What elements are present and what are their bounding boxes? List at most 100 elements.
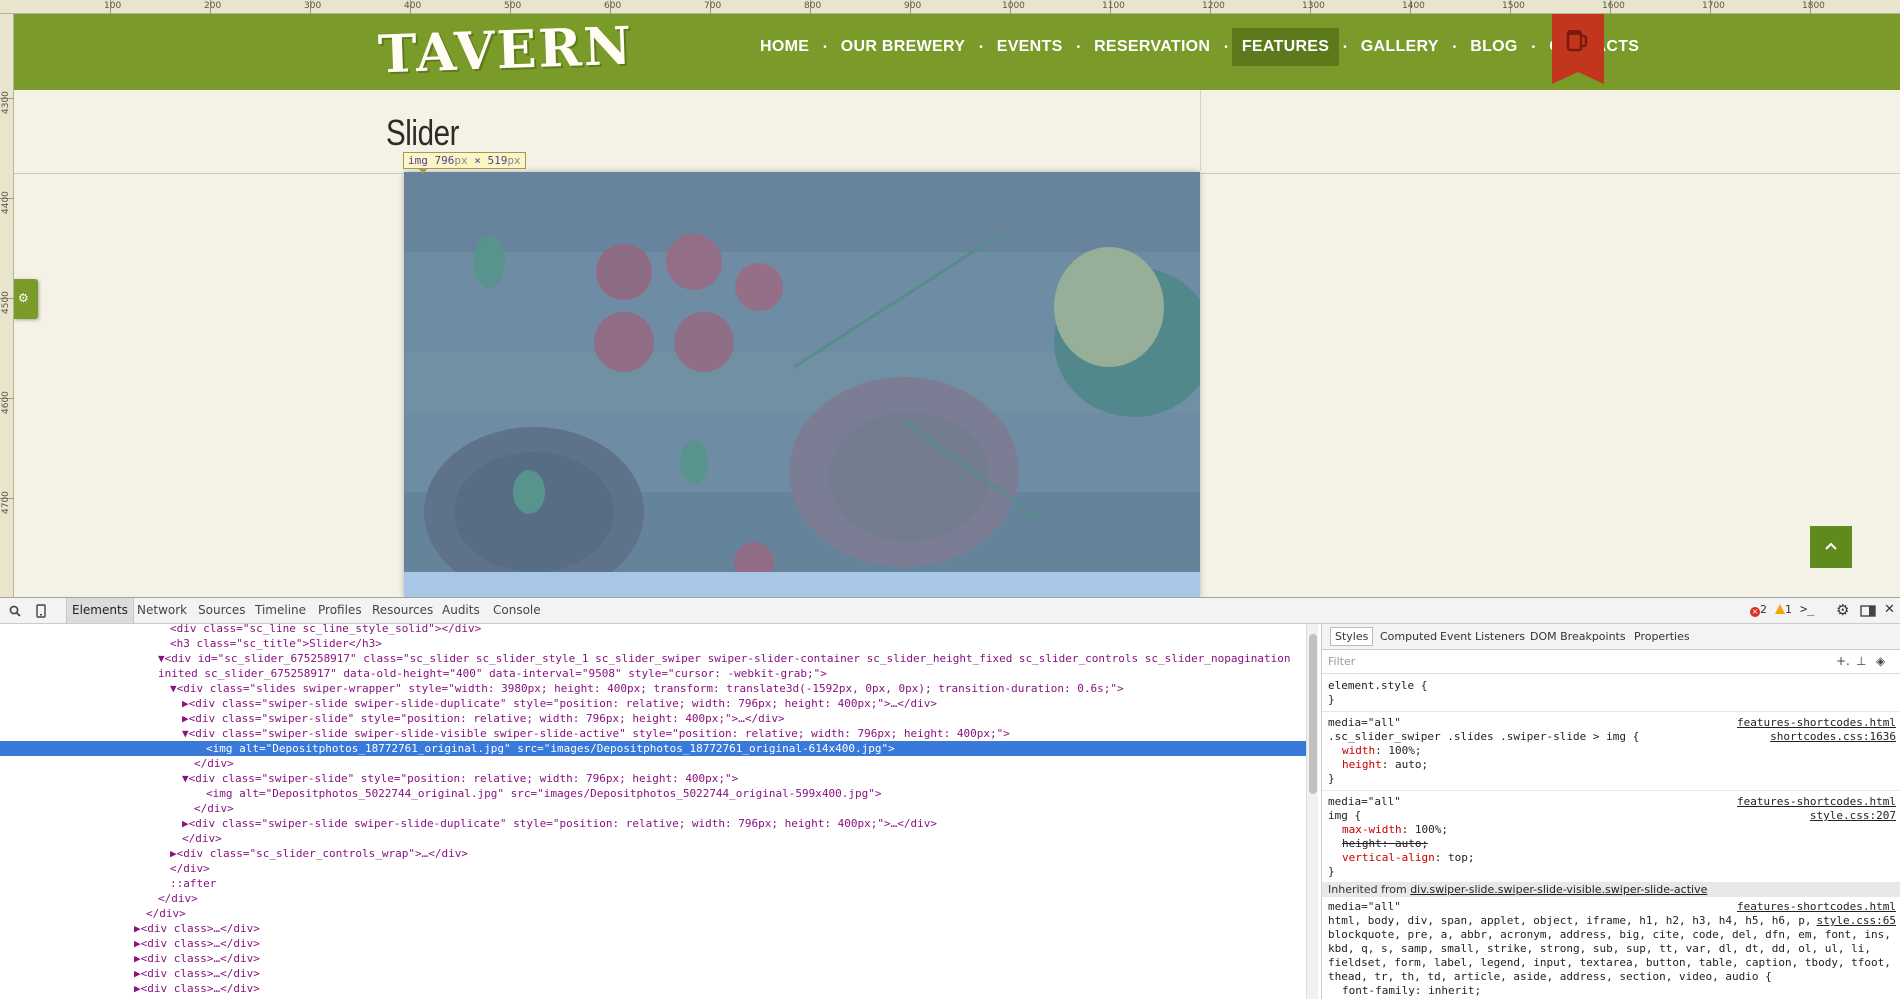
dom-node[interactable]: </div> bbox=[0, 831, 1306, 846]
rule-property[interactable]: font-family: inherit; bbox=[1342, 984, 1481, 997]
dom-node[interactable]: ▼<div class="swiper-slide swiper-slide-v… bbox=[0, 726, 1306, 741]
error-counter[interactable]: × 2 bbox=[1750, 603, 1767, 617]
dom-node-text: ▼<div class="slides swiper-wrapper" styl… bbox=[170, 682, 1124, 695]
dom-node[interactable]: ▶<div class="swiper-slide swiper-slide-d… bbox=[0, 816, 1306, 831]
dom-node[interactable]: </div> bbox=[0, 756, 1306, 771]
tab-computed[interactable]: Computed bbox=[1380, 630, 1437, 643]
warning-counter[interactable]: 1 bbox=[1775, 603, 1792, 616]
tab-audits[interactable]: Audits bbox=[437, 598, 485, 623]
menu-item-gallery[interactable]: GALLERY bbox=[1351, 28, 1449, 66]
device-mode-icon[interactable] bbox=[36, 604, 46, 618]
rule-selector[interactable]: blockquote, pre, a, abbr, acronym, addre… bbox=[1328, 928, 1891, 941]
dom-node[interactable]: ▶<div class>…</div> bbox=[0, 966, 1306, 981]
dom-node[interactable]: ▶<div class>…</div> bbox=[0, 951, 1306, 966]
dom-node[interactable]: </div> bbox=[0, 906, 1306, 921]
dom-node[interactable]: </div> bbox=[0, 861, 1306, 876]
image-slider[interactable] bbox=[404, 172, 1200, 597]
dom-tree-scrollbar[interactable] bbox=[1306, 624, 1318, 999]
rule-selector[interactable]: thead, tr, th, td, article, aside, addre… bbox=[1328, 970, 1772, 983]
dom-node[interactable]: ▶<div class="swiper-slide swiper-slide-d… bbox=[0, 696, 1306, 711]
dom-node[interactable]: ▼<div id="sc_slider_675258917" class="sc… bbox=[0, 651, 1306, 666]
rule-selector[interactable]: fieldset, form, label, legend, input, te… bbox=[1328, 956, 1891, 969]
color-format-icon[interactable]: ◈ bbox=[1876, 654, 1885, 668]
inherited-element-link[interactable]: div.swiper-slide.swiper-slide-visible.sw… bbox=[1410, 883, 1707, 896]
menu-item-events[interactable]: EVENTS bbox=[987, 28, 1073, 66]
dom-node[interactable]: ▼<div class="slides swiper-wrapper" styl… bbox=[0, 681, 1306, 696]
tab-styles[interactable]: Styles bbox=[1330, 627, 1374, 646]
tab-timeline[interactable]: Timeline bbox=[250, 598, 311, 623]
rule-selector[interactable]: html, body, div, span, applet, object, i… bbox=[1328, 914, 1811, 927]
menu-item-home[interactable]: HOME bbox=[750, 28, 819, 66]
property-name: max-width bbox=[1342, 823, 1402, 836]
tab-properties[interactable]: Properties bbox=[1634, 630, 1690, 643]
ruler-label: 600 bbox=[604, 1, 622, 11]
tab-network[interactable]: Network bbox=[132, 598, 192, 623]
dock-side-icon[interactable] bbox=[1860, 605, 1876, 617]
menu-item-blog[interactable]: BLOG bbox=[1460, 28, 1527, 66]
dom-node[interactable]: <img alt="Depositphotos_5022744_original… bbox=[0, 786, 1306, 801]
scrollbar-thumb[interactable] bbox=[1309, 634, 1317, 794]
gear-icon[interactable]: ⚙ bbox=[1836, 601, 1849, 619]
dom-node-text: ▶<div class>…</div> bbox=[134, 922, 260, 935]
rule-source-link[interactable]: style.css:65 bbox=[1817, 914, 1896, 927]
tab-profiles[interactable]: Profiles bbox=[313, 598, 367, 623]
menu-item-our-brewery[interactable]: OUR BREWERY bbox=[831, 28, 976, 66]
warning-count: 1 bbox=[1785, 603, 1792, 616]
dom-node[interactable]: ::after bbox=[0, 876, 1306, 891]
rule-property[interactable]: vertical-align: top; bbox=[1342, 851, 1474, 864]
dom-node[interactable]: ▶<div class="swiper-slide" style="positi… bbox=[0, 711, 1306, 726]
dom-node[interactable]: ▶<div class>…</div> bbox=[0, 981, 1306, 996]
scroll-to-top-button[interactable] bbox=[1810, 526, 1852, 568]
dom-node[interactable]: </div> bbox=[0, 891, 1306, 906]
dom-node-text: ▼<div id="sc_slider_675258917" class="sc… bbox=[158, 652, 1291, 665]
dom-node[interactable]: </div> bbox=[0, 801, 1306, 816]
rule-selector[interactable]: img { bbox=[1328, 809, 1361, 822]
dom-node-selected[interactable]: <img alt="Depositphotos_18772761_origina… bbox=[0, 741, 1306, 756]
rule-selector[interactable]: kbd, q, s, samp, small, strike, strong, … bbox=[1328, 942, 1871, 955]
tooltip-unit: px bbox=[454, 154, 468, 167]
menu-separator: • bbox=[823, 41, 827, 53]
tab-sources[interactable]: Sources bbox=[193, 598, 250, 623]
inspect-dimension-tooltip: img 796px × 519px bbox=[403, 152, 526, 174]
rule-source-link[interactable]: style.css:207 bbox=[1810, 809, 1896, 822]
tab-elements[interactable]: Elements bbox=[66, 598, 134, 623]
rule-source-link[interactable]: features-shortcodes.html bbox=[1737, 795, 1896, 808]
dom-node[interactable]: <div class="sc_line sc_line_style_solid"… bbox=[0, 624, 1306, 636]
ribbon-button[interactable] bbox=[1552, 14, 1604, 84]
property-name: width bbox=[1342, 744, 1376, 757]
rule-selector[interactable]: .sc_slider_swiper .slides .swiper-slide … bbox=[1328, 730, 1639, 743]
rule-source-link[interactable]: shortcodes.css:1636 bbox=[1770, 730, 1896, 743]
styles-filter[interactable]: Filter +. ⊥ ◈ bbox=[1322, 650, 1900, 674]
close-icon[interactable]: ✕ bbox=[1884, 602, 1895, 617]
rule-element-style[interactable]: element.style { bbox=[1328, 679, 1427, 692]
tab-event-listeners[interactable]: Event Listeners bbox=[1440, 630, 1525, 643]
rule-property[interactable]: max-width: 100%; bbox=[1342, 823, 1448, 836]
dom-node[interactable]: ▶<div class>…</div> bbox=[0, 936, 1306, 951]
dom-node[interactable]: <h3 class="sc_title">Slider</h3> bbox=[0, 636, 1306, 651]
menu-item-reservation[interactable]: RESERVATION bbox=[1084, 28, 1220, 66]
rule-property[interactable]: height: auto; bbox=[1342, 758, 1428, 771]
menu-item-features[interactable]: FEATURES bbox=[1231, 28, 1340, 66]
dom-node[interactable]: ▶<div class="sc_slider_controls_wrap">…<… bbox=[0, 846, 1306, 861]
rule-source-link[interactable]: features-shortcodes.html bbox=[1737, 716, 1896, 729]
pin-icon[interactable]: ⊥ bbox=[1856, 654, 1866, 668]
ruler-label: 1200 bbox=[1202, 1, 1225, 11]
tab-resources[interactable]: Resources bbox=[367, 598, 438, 623]
filter-input[interactable]: Filter bbox=[1328, 655, 1355, 668]
tab-dom-breakpoints[interactable]: DOM Breakpoints bbox=[1530, 630, 1626, 643]
rule-property[interactable]: width: 100%; bbox=[1342, 744, 1422, 757]
dom-node[interactable]: ▼<div class="swiper-slide" style="positi… bbox=[0, 771, 1306, 786]
tab-console[interactable]: Console bbox=[488, 598, 546, 623]
search-icon[interactable] bbox=[9, 605, 21, 617]
rule-media: media="all" bbox=[1328, 900, 1401, 913]
ruler-label: 4300 bbox=[1, 91, 11, 114]
rule-source-link[interactable]: features-shortcodes.html bbox=[1737, 900, 1896, 913]
site-logo[interactable]: TAVERN bbox=[377, 16, 634, 86]
dom-node-text: <img alt="Depositphotos_5022744_original… bbox=[206, 787, 882, 800]
settings-side-tab[interactable]: ⚙ bbox=[14, 279, 38, 319]
rule-property-overridden[interactable]: height: auto; bbox=[1342, 837, 1428, 850]
dom-node[interactable]: inited sc_slider_675258917" data-old-hei… bbox=[0, 666, 1306, 681]
console-drawer-icon[interactable]: >_ bbox=[1800, 602, 1814, 616]
dom-node[interactable]: ▶<div class>…</div> bbox=[0, 921, 1306, 936]
add-rule-icon[interactable]: +. bbox=[1836, 654, 1850, 668]
